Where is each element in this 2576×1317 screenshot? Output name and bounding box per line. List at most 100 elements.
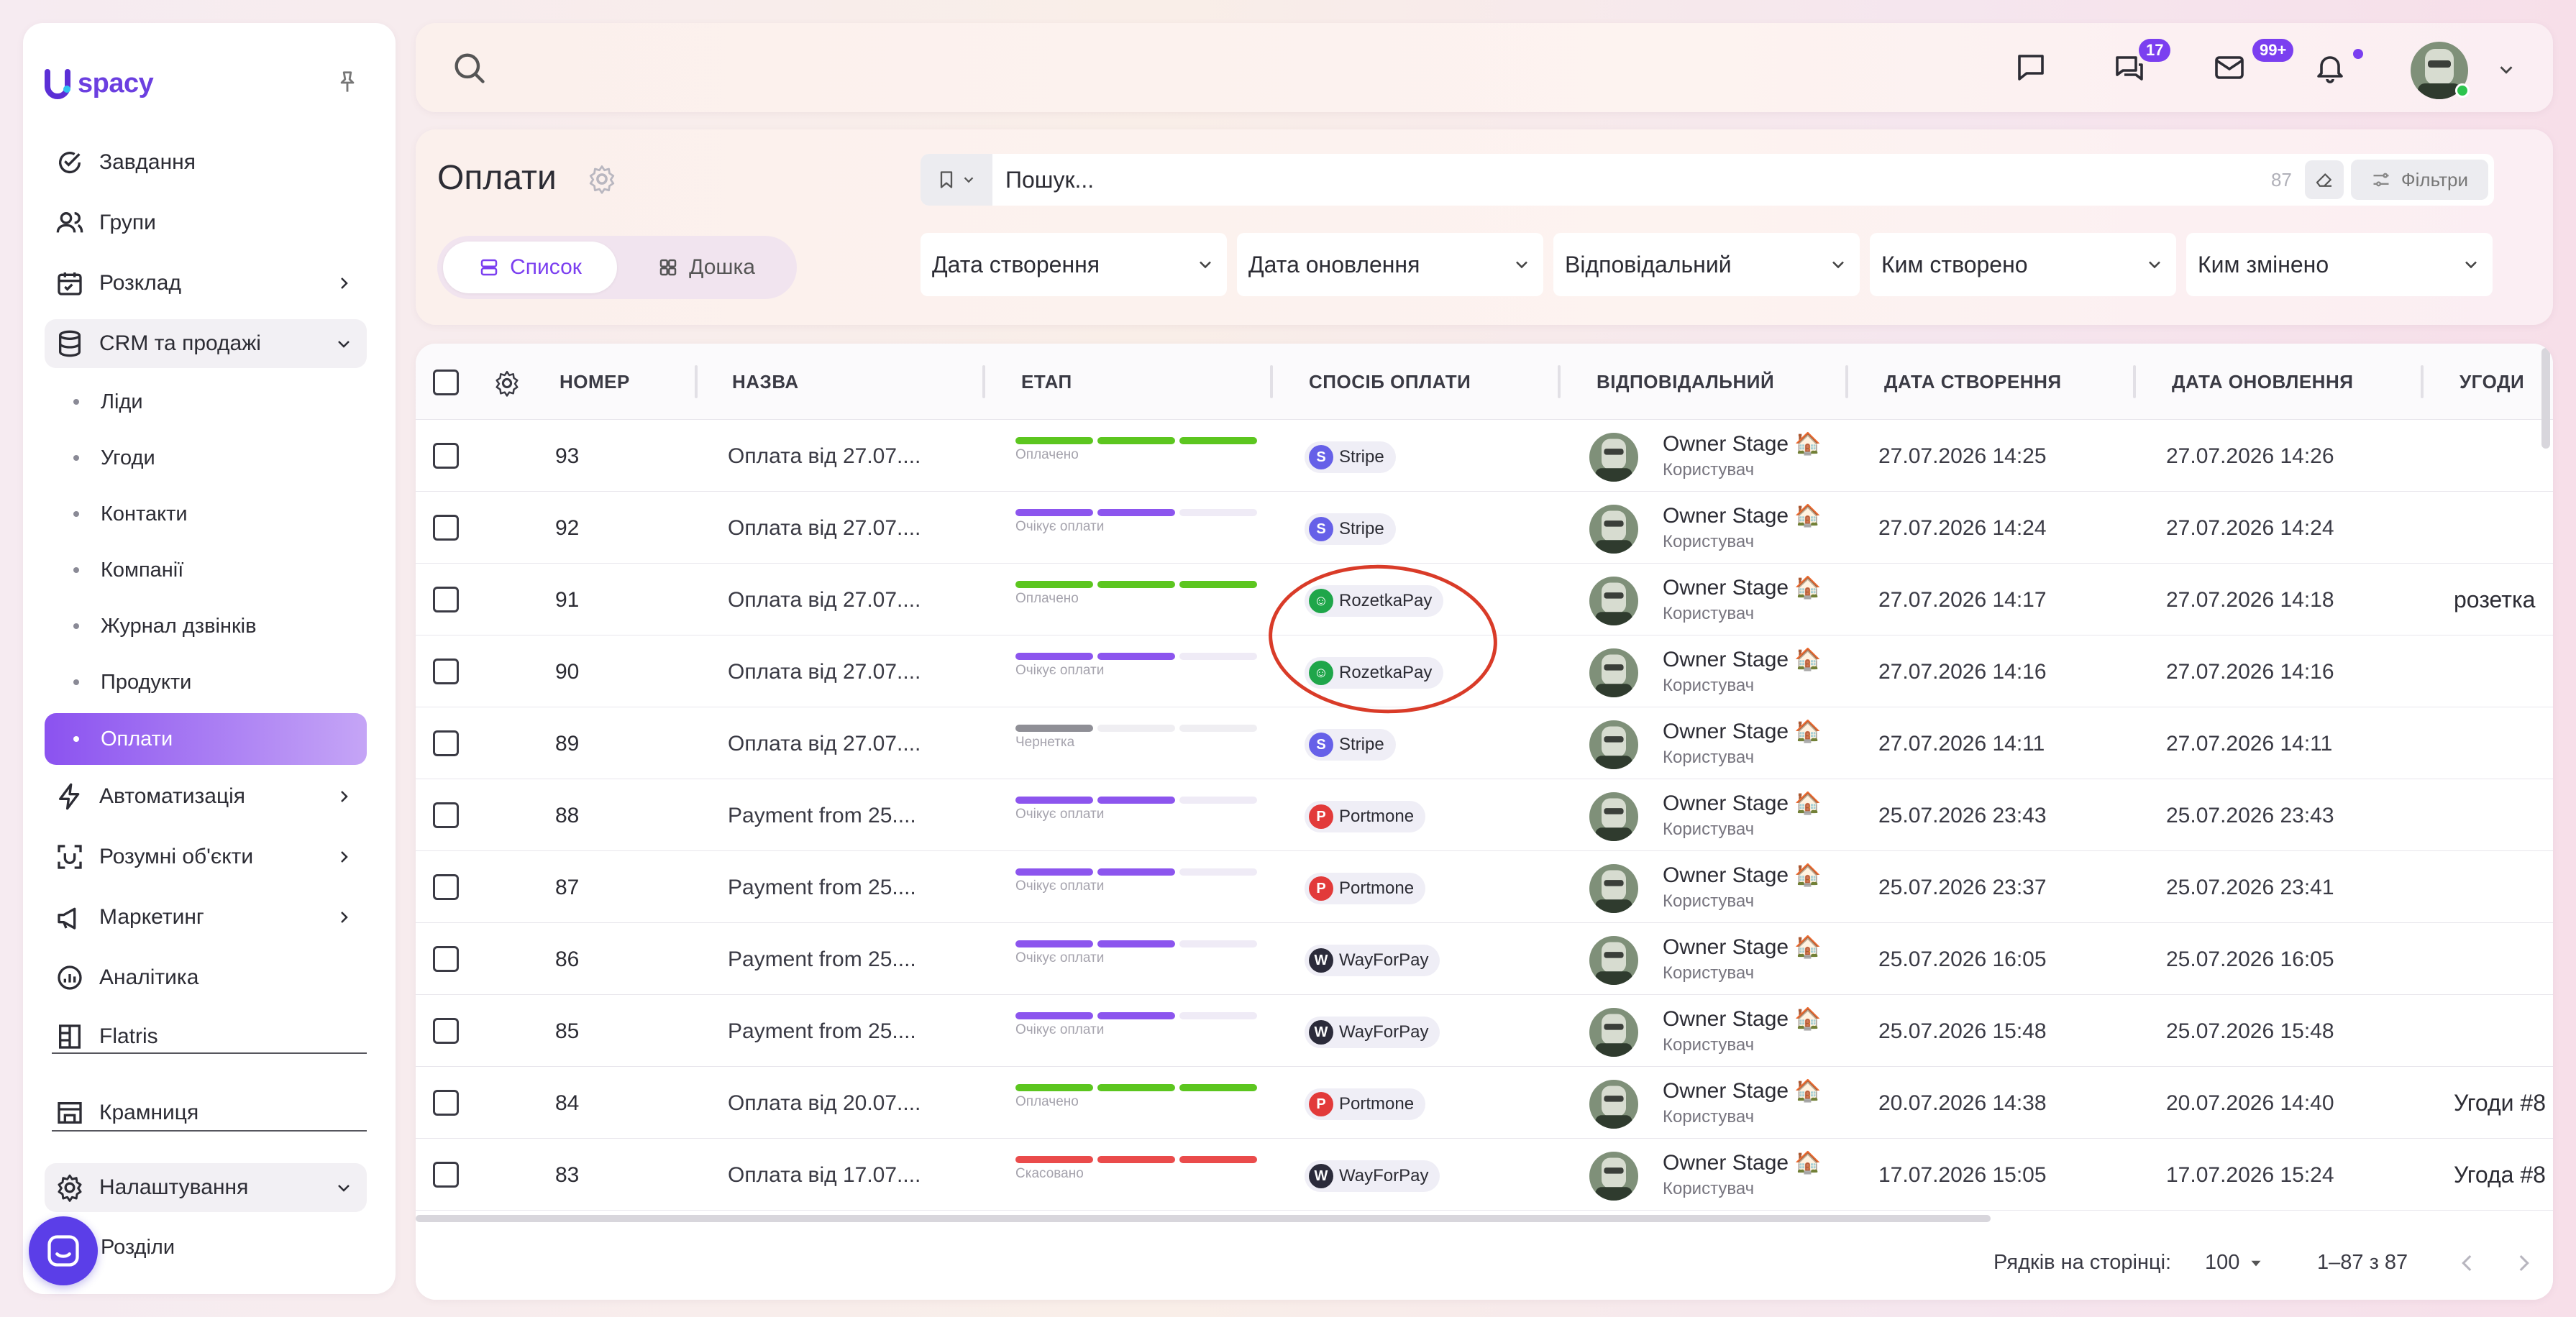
avatar[interactable]	[1589, 577, 1638, 625]
board-view-button[interactable]: Дошка	[623, 242, 790, 293]
sidebar-item-analytics[interactable]: Аналітика	[45, 953, 367, 1002]
filter-created-by[interactable]: Ким створено	[1870, 233, 2176, 296]
row-checkbox[interactable]	[433, 587, 459, 612]
responsible-name[interactable]: Owner Stage 🏠	[1663, 575, 1822, 600]
table-vertical-scrollbar[interactable]	[2541, 348, 2550, 449]
column-header-number[interactable]: НОМЕР	[559, 371, 630, 393]
payment-name[interactable]: Payment from 25....	[728, 947, 916, 972]
avatar[interactable]	[1589, 433, 1638, 482]
sidebar-item-settings[interactable]: Налаштування	[45, 1163, 367, 1212]
payment-method-chip[interactable]: W WayForPay	[1305, 1017, 1440, 1048]
saved-filters-button[interactable]	[921, 154, 992, 206]
avatar[interactable]	[1589, 864, 1638, 913]
column-header-stage[interactable]: ЕТАП	[1021, 371, 1072, 393]
payment-name[interactable]: Оплата від 27.07....	[728, 516, 921, 541]
responsible-name[interactable]: Owner Stage 🏠	[1663, 1078, 1822, 1103]
rows-per-page-select[interactable]: 100	[2205, 1251, 2265, 1275]
sidebar-item-marketing[interactable]: Маркетинг	[45, 893, 367, 942]
column-resizer[interactable]	[2133, 365, 2136, 398]
sidebar-sub-companies[interactable]: Компанії	[45, 546, 367, 594]
sidebar-sub-call-log[interactable]: Журнал дзвінків	[45, 602, 367, 650]
responsible-name[interactable]: Owner Stage 🏠	[1663, 719, 1822, 744]
responsible-name[interactable]: Owner Stage 🏠	[1663, 935, 1822, 960]
table-horizontal-scrollbar[interactable]	[416, 1215, 1991, 1222]
row-checkbox[interactable]	[433, 443, 459, 469]
row-checkbox[interactable]	[433, 946, 459, 972]
next-page-icon[interactable]	[2511, 1251, 2536, 1275]
row-checkbox[interactable]	[433, 1090, 459, 1116]
logo[interactable]: spacy	[45, 68, 154, 99]
table-row[interactable]: 87 Payment from 25.... Очікує оплати P Portm…	[416, 851, 2553, 923]
avatar[interactable]	[1589, 1080, 1638, 1129]
column-header-responsible[interactable]: ВІДПОВІДАЛЬНИЙ	[1597, 371, 1774, 393]
payment-method-chip[interactable]: P Portmone	[1305, 801, 1426, 832]
messages-button[interactable]	[2011, 47, 2051, 88]
column-resizer[interactable]	[1270, 365, 1273, 398]
row-checkbox[interactable]	[433, 730, 459, 756]
notifications-button[interactable]	[2310, 47, 2350, 88]
avatar[interactable]	[1589, 720, 1638, 769]
sidebar-item-groups[interactable]: Групи	[45, 198, 367, 247]
responsible-name[interactable]: Owner Stage 🏠	[1663, 431, 1822, 456]
column-resizer[interactable]	[695, 365, 698, 398]
filter-updated-date[interactable]: Дата оновлення	[1237, 233, 1543, 296]
payment-name[interactable]: Оплата від 20.07....	[728, 1091, 921, 1116]
avatar[interactable]	[1589, 1152, 1638, 1201]
table-row[interactable]: 86 Payment from 25.... Очікує оплати W WayFo…	[416, 923, 2553, 995]
chevron-down-icon[interactable]	[2495, 59, 2517, 81]
responsible-name[interactable]: Owner Stage 🏠	[1663, 503, 1822, 528]
table-row[interactable]: 88 Payment from 25.... Очікує оплати P Portm…	[416, 779, 2553, 851]
column-resizer[interactable]	[982, 365, 985, 398]
payment-name[interactable]: Payment from 25....	[728, 876, 916, 900]
sidebar-item-schedule[interactable]: Розклад	[45, 259, 367, 308]
search-icon[interactable]	[450, 49, 488, 86]
deal-link[interactable]: розетка	[2454, 587, 2535, 613]
payment-method-chip[interactable]: P Portmone	[1305, 873, 1426, 904]
avatar[interactable]	[1589, 1008, 1638, 1057]
responsible-name[interactable]: Owner Stage 🏠	[1663, 647, 1822, 672]
column-header-payment-method[interactable]: СПОСІБ ОПЛАТИ	[1309, 371, 1471, 393]
mail-button[interactable]	[2209, 47, 2250, 88]
support-chat-button[interactable]	[29, 1216, 98, 1285]
payment-name[interactable]: Payment from 25....	[728, 1019, 916, 1044]
payment-method-chip[interactable]: W WayForPay	[1305, 1160, 1440, 1192]
column-header-updated[interactable]: ДАТА ОНОВЛЕННЯ	[2172, 371, 2353, 393]
payment-name[interactable]: Оплата від 27.07....	[728, 444, 921, 469]
table-row[interactable]: 93 Оплата від 27.07.... Оплачено S Stripe Own…	[416, 420, 2553, 492]
table-row[interactable]: 92 Оплата від 27.07.... Очікує оплати S Stri…	[416, 492, 2553, 564]
column-resizer[interactable]	[1845, 365, 1848, 398]
filter-responsible[interactable]: Відповідальний	[1553, 233, 1860, 296]
sidebar-sub-deals[interactable]: Угоди	[45, 434, 367, 482]
payment-method-chip[interactable]: W WayForPay	[1305, 945, 1440, 976]
responsible-name[interactable]: Owner Stage 🏠	[1663, 791, 1822, 816]
responsible-name[interactable]: Owner Stage 🏠	[1663, 1006, 1822, 1032]
clear-search-button[interactable]	[2304, 160, 2344, 199]
responsible-name[interactable]: Owner Stage 🏠	[1663, 1150, 1822, 1175]
deal-link[interactable]: Угода #8	[2454, 1162, 2546, 1188]
avatar[interactable]	[1589, 648, 1638, 697]
payment-name[interactable]: Оплата від 27.07....	[728, 732, 921, 756]
row-checkbox[interactable]	[433, 802, 459, 828]
sidebar-item-crm[interactable]: CRM та продажі	[45, 319, 367, 368]
row-checkbox[interactable]	[433, 1018, 459, 1044]
column-settings-gear-icon[interactable]	[493, 370, 521, 397]
list-view-button[interactable]: Список	[443, 242, 617, 293]
payment-method-chip[interactable]: S Stripe	[1305, 441, 1396, 473]
row-checkbox[interactable]	[433, 1162, 459, 1188]
payment-method-chip[interactable]: S Stripe	[1305, 513, 1396, 545]
payment-name[interactable]: Оплата від 17.07....	[728, 1163, 921, 1188]
payment-method-chip[interactable]: P Portmone	[1305, 1088, 1426, 1120]
sidebar-sub-contacts[interactable]: Контакти	[45, 490, 367, 538]
filters-button[interactable]: Фільтри	[2350, 160, 2488, 200]
table-row[interactable]: 89 Оплата від 27.07.... Чернетка S Stripe Own…	[416, 707, 2553, 779]
column-header-created[interactable]: ДАТА СТВОРЕННЯ	[1884, 371, 2062, 393]
table-row[interactable]: 83 Оплата від 17.07.... Скасовано W WayForPa…	[416, 1139, 2553, 1211]
filter-modified-by[interactable]: Ким змінено	[2186, 233, 2493, 296]
payment-name[interactable]: Оплата від 27.07....	[728, 588, 921, 612]
column-resizer[interactable]	[2421, 365, 2424, 398]
responsible-name[interactable]: Owner Stage 🏠	[1663, 863, 1822, 888]
search-input[interactable]: Пошук...	[992, 167, 2271, 193]
row-checkbox[interactable]	[433, 515, 459, 541]
column-header-name[interactable]: НАЗВА	[732, 371, 799, 393]
sidebar-sub-products[interactable]: Продукти	[45, 658, 367, 706]
